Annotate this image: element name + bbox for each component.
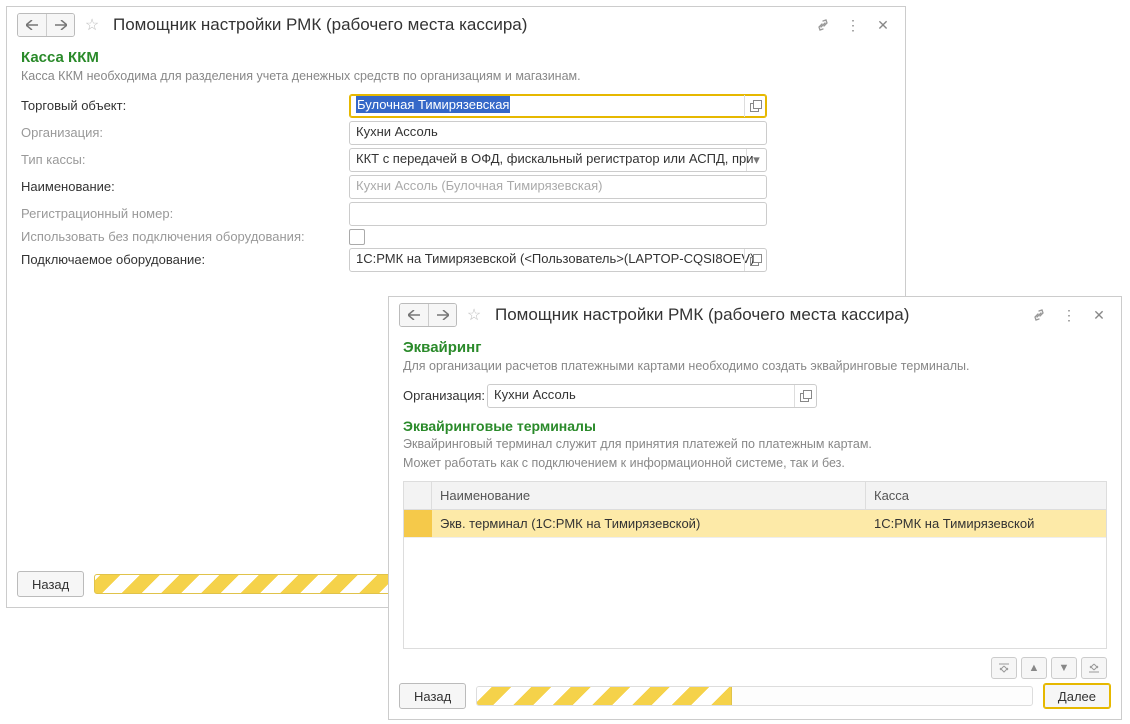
window-title: Помощник настройки РМК (рабочего места к… <box>113 15 527 35</box>
nav-group <box>17 13 75 37</box>
store-input[interactable]: Булочная Тимирязевская <box>349 94 767 118</box>
move-down-icon[interactable]: ▼ <box>1051 657 1077 679</box>
col-handle <box>404 482 432 509</box>
section-desc: Касса ККМ необходима для разделения учет… <box>21 68 891 86</box>
org-input[interactable]: Кухни Ассоль <box>487 384 817 408</box>
name-input[interactable]: Кухни Ассоль (Булочная Тимирязевская) <box>349 175 767 199</box>
favorite-star-icon[interactable]: ☆ <box>81 15 103 35</box>
equip-input[interactable]: 1С:РМК на Тимирязевской (<Пользователь>(… <box>349 248 767 272</box>
section-title: Касса ККМ <box>21 49 891 66</box>
label-type: Тип кассы: <box>21 152 349 167</box>
store-input-value: Булочная Тимирязевская <box>356 96 510 113</box>
nav-forward-button[interactable] <box>46 14 74 36</box>
titlebar: ☆ Помощник настройки РМК (рабочего места… <box>389 297 1121 331</box>
footer: Назад Далее <box>399 683 1111 709</box>
close-icon[interactable]: ✕ <box>871 14 895 36</box>
label-org: Организация: <box>21 125 349 140</box>
open-picker-icon[interactable] <box>744 95 766 117</box>
close-icon[interactable]: ✕ <box>1087 304 1111 326</box>
noequip-checkbox[interactable] <box>349 229 365 245</box>
label-noequip: Использовать без подключения оборудовани… <box>21 229 349 244</box>
move-bottom-icon[interactable] <box>1081 657 1107 679</box>
label-regnum: Регистрационный номер: <box>21 206 349 221</box>
content: Эквайринг Для организации расчетов плате… <box>389 331 1121 689</box>
nav-back-button[interactable] <box>18 14 46 36</box>
table-header: Наименование Касса <box>404 482 1106 510</box>
link-icon[interactable] <box>1027 304 1051 326</box>
section-desc: Для организации расчетов платежными карт… <box>403 358 1107 376</box>
table-empty-space <box>404 538 1106 648</box>
col-name: Наименование <box>432 482 866 509</box>
row-controls: ▲ ▼ <box>403 657 1107 679</box>
label-org: Организация: <box>403 388 487 403</box>
content: Касса ККМ Касса ККМ необходима для разде… <box>7 41 905 285</box>
type-select[interactable]: ККТ с передачей в ОФД, фискальный регист… <box>349 148 767 172</box>
section-title: Эквайринг <box>403 339 1107 356</box>
link-icon[interactable] <box>811 14 835 36</box>
progress-bar <box>476 686 1033 706</box>
next-button[interactable]: Далее <box>1043 683 1111 709</box>
dropdown-icon[interactable]: ▾ <box>746 149 766 171</box>
row-handle[interactable] <box>404 510 432 537</box>
terminals-table: Наименование Касса Экв. терминал (1С:РМК… <box>403 481 1107 649</box>
back-button[interactable]: Назад <box>399 683 466 709</box>
label-store: Торговый объект: <box>21 98 349 113</box>
more-menu-icon[interactable]: ⋮ <box>1057 304 1081 326</box>
col-kassa: Касса <box>866 482 1106 509</box>
org-input[interactable]: Кухни Ассоль <box>349 121 767 145</box>
subsection-desc-2: Может работать как с подключением к инфо… <box>403 455 1107 473</box>
subsection-title: Эквайринговые терминалы <box>403 418 1107 434</box>
label-name: Наименование: <box>21 179 349 194</box>
cell-name: Экв. терминал (1С:РМК на Тимирязевской) <box>432 510 866 537</box>
move-top-icon[interactable] <box>991 657 1017 679</box>
back-button[interactable]: Назад <box>17 571 84 597</box>
more-menu-icon[interactable]: ⋮ <box>841 14 865 36</box>
regnum-input[interactable] <box>349 202 767 226</box>
titlebar: ☆ Помощник настройки РМК (рабочего места… <box>7 7 905 41</box>
open-picker-icon[interactable] <box>794 385 816 407</box>
window-title: Помощник настройки РМК (рабочего места к… <box>495 305 909 325</box>
favorite-star-icon[interactable]: ☆ <box>463 305 485 325</box>
table-row[interactable]: Экв. терминал (1С:РМК на Тимирязевской) … <box>404 510 1106 538</box>
nav-back-button[interactable] <box>400 304 428 326</box>
nav-group <box>399 303 457 327</box>
window-acquiring: ☆ Помощник настройки РМК (рабочего места… <box>388 296 1122 720</box>
move-up-icon[interactable]: ▲ <box>1021 657 1047 679</box>
label-equip: Подключаемое оборудование: <box>21 252 349 267</box>
subsection-desc-1: Эквайринговый терминал служит для принят… <box>403 436 1107 454</box>
open-picker-icon[interactable] <box>744 249 766 271</box>
nav-forward-button[interactable] <box>428 304 456 326</box>
cell-kassa: 1С:РМК на Тимирязевской <box>866 510 1106 537</box>
